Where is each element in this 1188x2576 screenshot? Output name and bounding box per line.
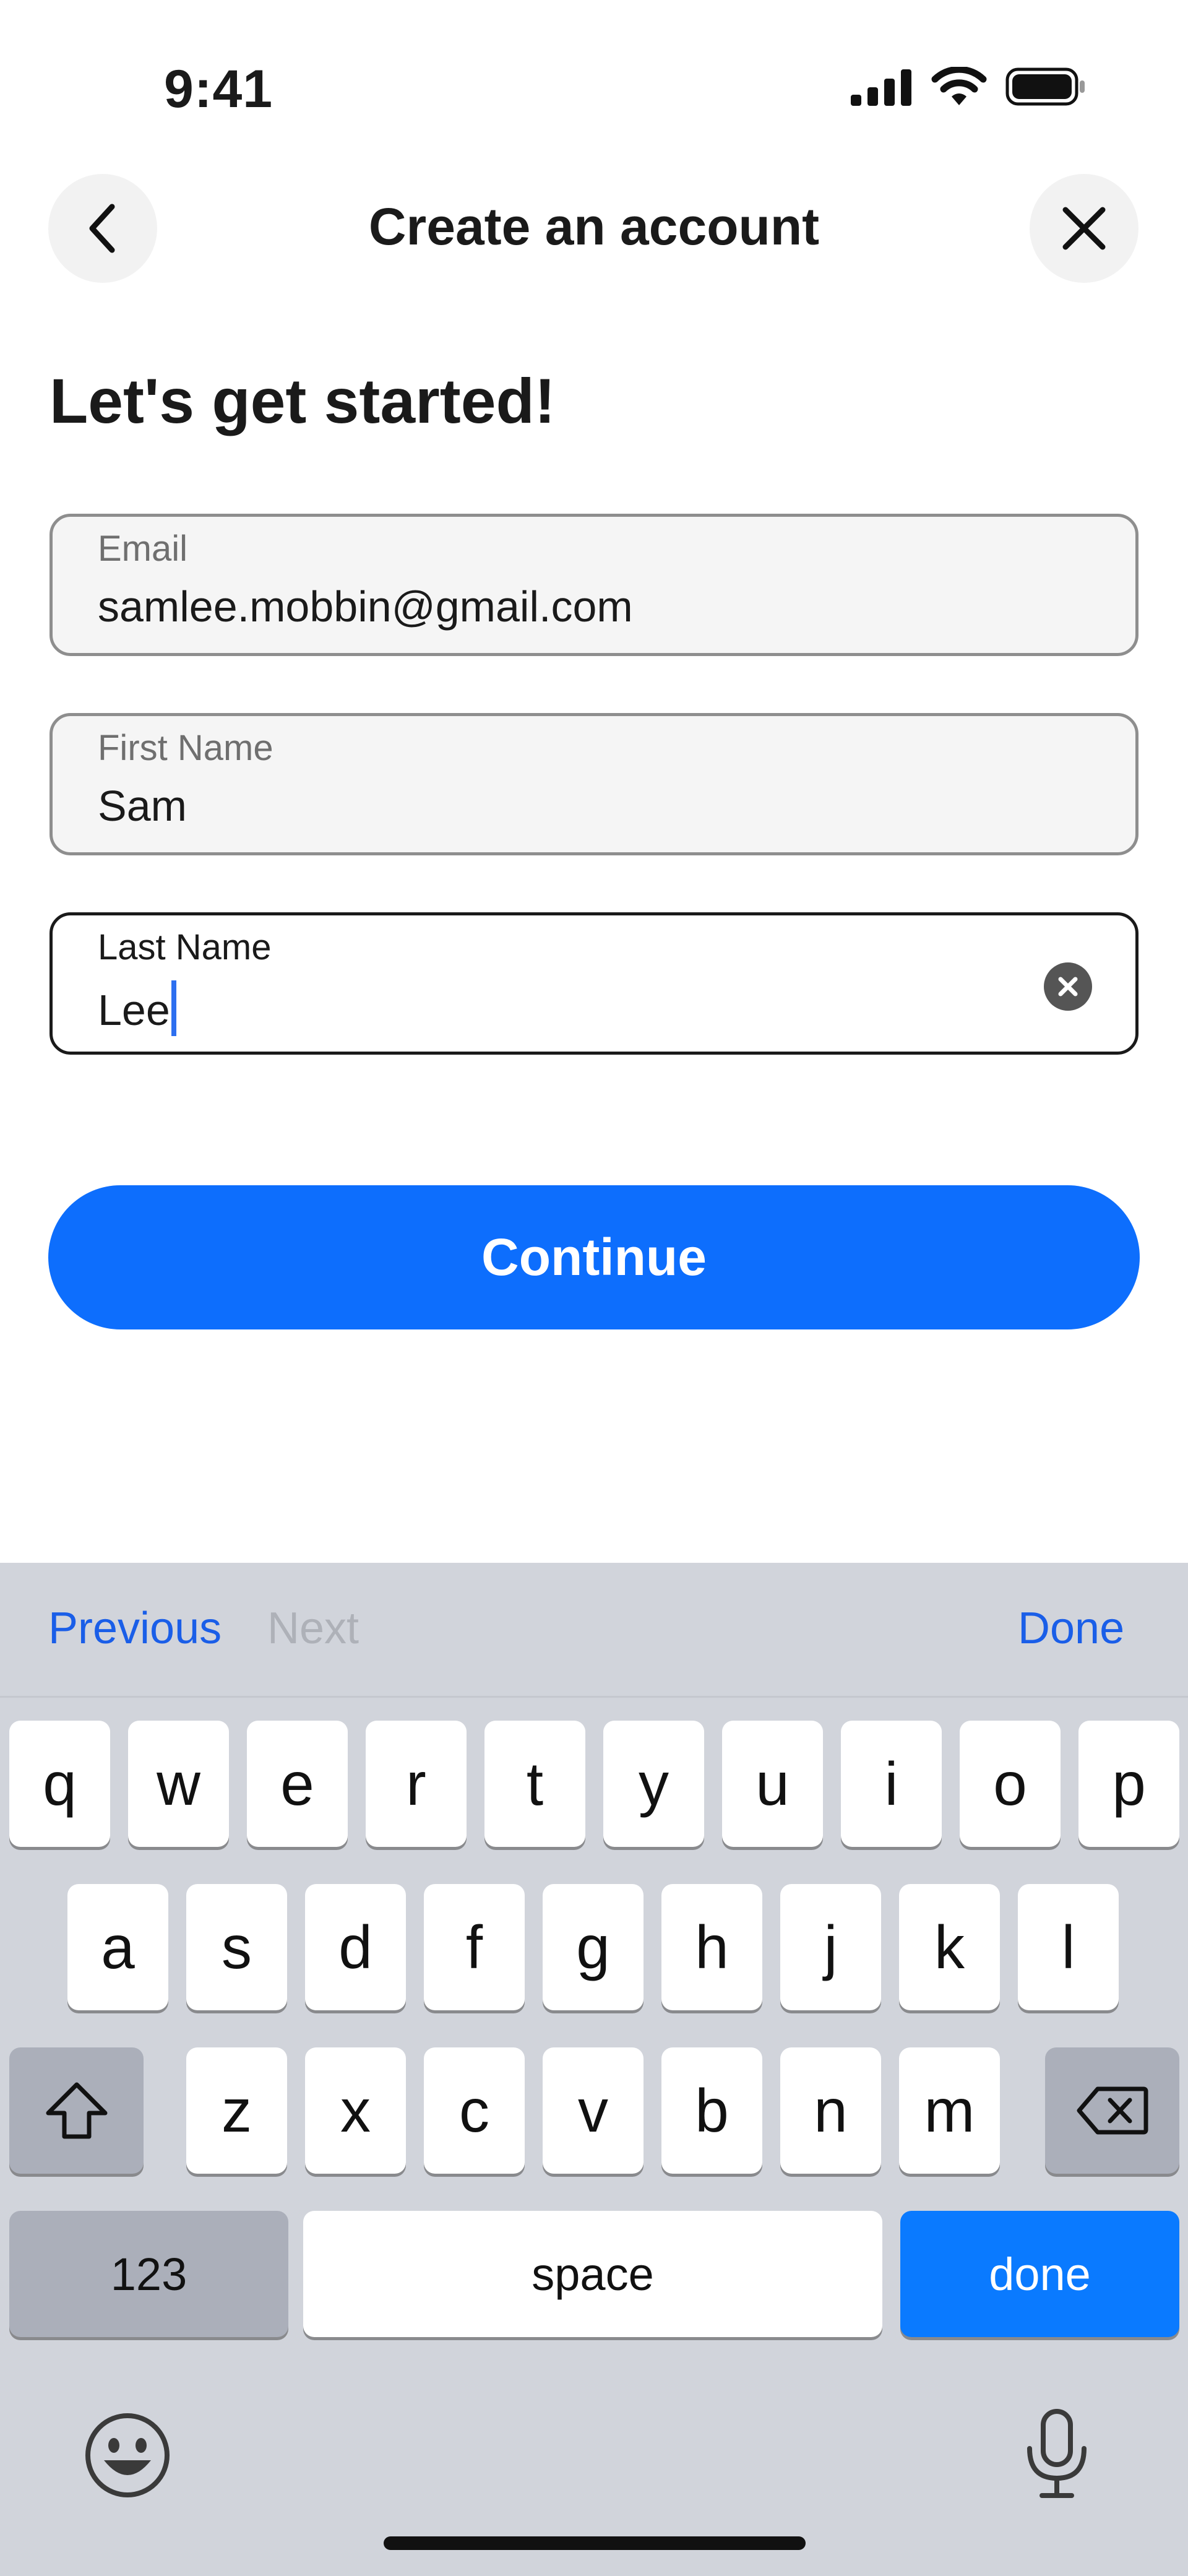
cellular-signal-icon	[851, 69, 911, 106]
last-name-field[interactable]: Last Name Lee	[50, 912, 1138, 1055]
first-name-value: Sam	[98, 782, 187, 830]
backspace-icon	[1077, 2086, 1148, 2135]
battery-icon	[1005, 67, 1085, 106]
key-e[interactable]: e	[247, 1721, 348, 1847]
key-v[interactable]: v	[543, 2047, 644, 2174]
backspace-key[interactable]	[1045, 2047, 1179, 2174]
key-q[interactable]: q	[9, 1721, 110, 1847]
page-title: Let's get started!	[50, 366, 556, 436]
email-label: Email	[98, 529, 188, 569]
key-h[interactable]: h	[661, 1884, 762, 2010]
page-header-title: Create an account	[368, 197, 820, 256]
key-k[interactable]: k	[899, 1884, 1000, 2010]
accessory-done-button[interactable]: Done	[1018, 1603, 1124, 1654]
status-icons	[851, 67, 1086, 106]
key-o[interactable]: o	[960, 1721, 1061, 1847]
first-name-field[interactable]: First Name Sam	[50, 713, 1138, 855]
shift-icon	[46, 2082, 107, 2139]
microphone-icon	[1027, 2409, 1087, 2498]
continue-button[interactable]: Continue	[48, 1185, 1140, 1329]
email-field[interactable]: Email samlee.mobbin@gmail.com	[50, 514, 1138, 656]
key-b[interactable]: b	[661, 2047, 762, 2174]
key-a[interactable]: a	[67, 1884, 168, 2010]
key-y[interactable]: y	[603, 1721, 704, 1847]
next-field-button[interactable]: Next	[267, 1603, 359, 1654]
last-name-label: Last Name	[98, 927, 272, 967]
wifi-icon	[931, 67, 987, 105]
home-indicator	[384, 2536, 806, 2550]
key-m[interactable]: m	[899, 2047, 1000, 2174]
key-l[interactable]: l	[1018, 1884, 1119, 2010]
email-value: samlee.mobbin@gmail.com	[98, 582, 633, 631]
numbers-key[interactable]: 123	[9, 2211, 288, 2337]
key-t[interactable]: t	[484, 1721, 585, 1847]
emoji-button[interactable]	[83, 2411, 172, 2503]
key-s[interactable]: s	[186, 1884, 287, 2010]
space-key[interactable]: space	[303, 2211, 882, 2337]
key-f[interactable]: f	[424, 1884, 525, 2010]
keyboard-done-key[interactable]: done	[900, 2211, 1179, 2337]
key-d[interactable]: d	[305, 1884, 406, 2010]
key-j[interactable]: j	[780, 1884, 881, 2010]
dictation-button[interactable]	[1020, 2408, 1094, 2504]
status-time: 9:41	[164, 59, 273, 119]
previous-field-button[interactable]: Previous	[48, 1603, 222, 1654]
text-caret	[171, 980, 176, 1036]
first-name-label: First Name	[98, 728, 273, 768]
key-z[interactable]: z	[186, 2047, 287, 2174]
key-n[interactable]: n	[780, 2047, 881, 2174]
clear-circle-icon	[1058, 977, 1078, 996]
close-button[interactable]	[1030, 174, 1138, 283]
key-x[interactable]: x	[305, 2047, 406, 2174]
last-name-value: Lee	[98, 986, 170, 1034]
emoji-icon	[85, 2413, 170, 2497]
key-c[interactable]: c	[424, 2047, 525, 2174]
close-icon	[1062, 207, 1106, 250]
shift-key[interactable]	[9, 2047, 144, 2174]
key-w[interactable]: w	[128, 1721, 229, 1847]
key-i[interactable]: i	[841, 1721, 942, 1847]
key-p[interactable]: p	[1078, 1721, 1179, 1847]
last-name-input-value: Lee	[98, 980, 176, 1036]
key-r[interactable]: r	[366, 1721, 467, 1847]
clear-text-button[interactable]	[1044, 962, 1092, 1011]
key-g[interactable]: g	[543, 1884, 644, 2010]
key-u[interactable]: u	[722, 1721, 823, 1847]
